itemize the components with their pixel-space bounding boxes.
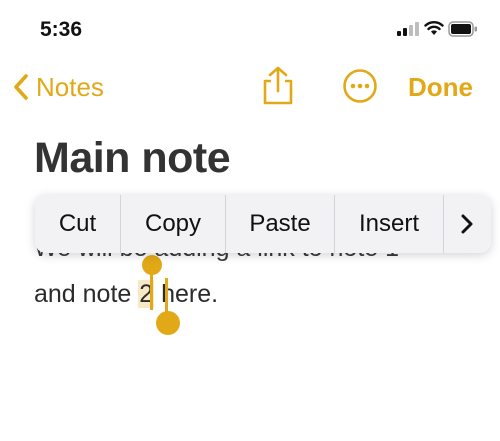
note-text-before-selection: and note [34,280,139,308]
more-menu-items-button[interactable] [444,195,490,253]
wifi-icon [424,21,444,35]
navigation-bar: Notes Done [0,62,500,112]
status-bar: 5:36 [0,0,500,60]
chevron-right-icon [461,214,473,234]
done-button[interactable]: Done [408,72,473,103]
cut-menu-item[interactable]: Cut [35,195,121,253]
copy-menu-item[interactable]: Copy [121,195,226,253]
battery-icon [448,21,477,37]
insert-menu-item[interactable]: Insert [335,195,444,253]
more-options-icon[interactable] [342,68,378,104]
cellular-signal-icon [397,22,419,36]
back-button[interactable]: Notes [12,70,104,104]
back-button-label: Notes [36,71,104,102]
edit-context-menu: Cut Copy Paste Insert [35,195,491,253]
selection-start-caret [150,268,153,310]
note-title: Main note [34,134,231,182]
selection-end-handle-knob[interactable] [156,311,180,335]
chevron-left-icon [14,74,28,100]
note-body-line-2[interactable]: and note 2 here. [34,280,218,309]
paste-menu-item[interactable]: Paste [226,195,335,253]
note-text-after-selection: here. [154,280,219,308]
share-icon[interactable] [258,65,298,107]
status-time: 5:36 [40,18,83,41]
